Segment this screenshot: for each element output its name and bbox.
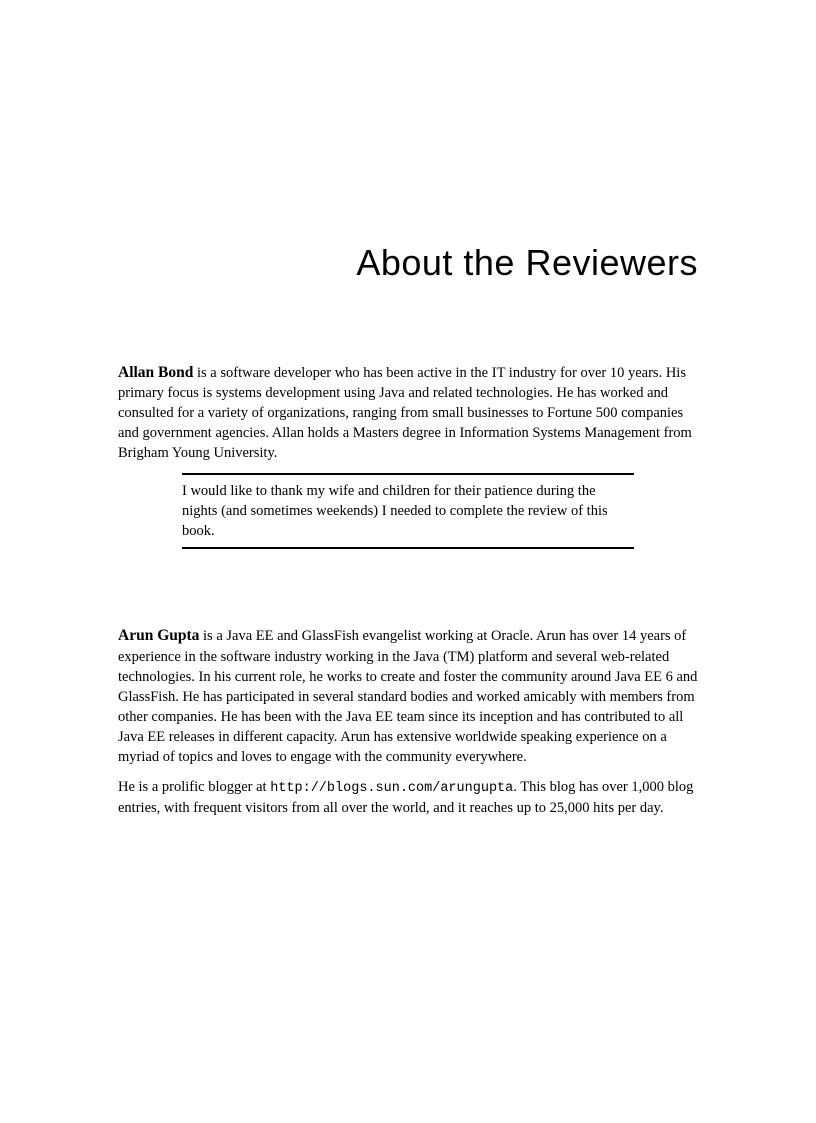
section-gap	[118, 549, 698, 625]
page-content: About the Reviewers Allan Bond is a soft…	[0, 0, 816, 818]
extra-before-url: He is a prolific blogger at	[118, 779, 270, 795]
page-title: About the Reviewers	[118, 242, 698, 284]
reviewer-bio-text-2: is a Java EE and GlassFish evangelist wo…	[118, 628, 697, 764]
reviewer-bio-text-1: is a software developer who has been act…	[118, 365, 692, 461]
reviewer-bio-2: Arun Gupta is a Java EE and GlassFish ev…	[118, 625, 698, 766]
quote-text-1: I would like to thank my wife and childr…	[182, 475, 634, 547]
reviewer-extra-2: He is a prolific blogger at http://blogs…	[118, 777, 698, 819]
reviewer-name-1: Allan Bond	[118, 364, 193, 381]
reviewer-name-2: Arun Gupta	[118, 627, 199, 644]
reviewer-bio-1: Allan Bond is a software developer who h…	[118, 362, 698, 463]
blog-url: http://blogs.sun.com/arungupta	[270, 781, 513, 796]
quote-block-1: I would like to thank my wife and childr…	[182, 473, 634, 549]
